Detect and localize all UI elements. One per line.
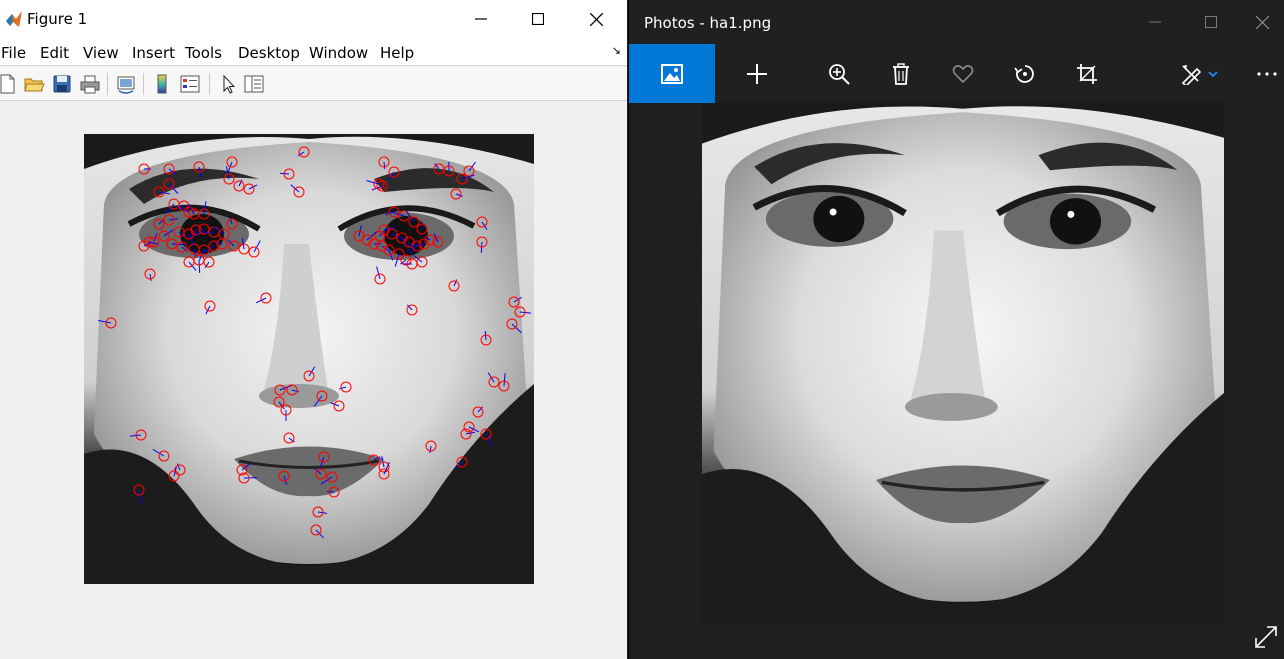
- menu-tools[interactable]: Tools: [185, 44, 222, 62]
- open-file-icon[interactable]: [23, 73, 45, 95]
- toolbar-separator: [107, 73, 108, 95]
- delete-button[interactable]: [881, 44, 921, 103]
- more-options-icon: [1257, 71, 1277, 76]
- minimize-icon: [475, 18, 487, 20]
- rotate-button[interactable]: [1005, 44, 1045, 103]
- toolbar-separator: [209, 73, 210, 95]
- edit-draw-button[interactable]: [1169, 44, 1229, 103]
- photos-titlebar: Photos - ha1.png: [629, 0, 1284, 44]
- new-figure-icon[interactable]: [0, 73, 18, 95]
- grayscale-face-image: [84, 134, 534, 584]
- photos-close-button[interactable]: [1239, 0, 1284, 44]
- toolbar-separator: [143, 73, 144, 95]
- insert-colorbar-icon[interactable]: [151, 73, 173, 95]
- close-button[interactable]: [567, 0, 625, 38]
- add-icon: [747, 63, 767, 84]
- maximize-icon: [532, 13, 544, 25]
- photos-command-bar: [629, 44, 1284, 103]
- photo-viewer-image[interactable]: [702, 103, 1224, 625]
- property-inspector-icon[interactable]: [243, 73, 265, 95]
- dock-arrow-icon[interactable]: ↘: [612, 44, 621, 57]
- link-plot-icon[interactable]: [115, 73, 137, 95]
- maximize-button[interactable]: [509, 0, 567, 38]
- view-image-icon: [661, 63, 683, 84]
- figure-toolbar: [0, 67, 627, 101]
- figure-axes[interactable]: [84, 134, 534, 584]
- menu-desktop[interactable]: Desktop: [238, 44, 300, 62]
- keypoint-orientation: [198, 259, 201, 274]
- favorite-icon: [952, 64, 974, 83]
- menu-edit[interactable]: Edit: [40, 44, 69, 62]
- chevron-down-icon: [1208, 70, 1218, 77]
- photos-maximize-button[interactable]: [1183, 0, 1239, 44]
- minimize-button[interactable]: [452, 0, 510, 38]
- zoom-in-icon: [829, 63, 850, 85]
- zoom-in-button[interactable]: [819, 44, 859, 103]
- pointer-icon[interactable]: [217, 73, 239, 95]
- close-icon: [1255, 15, 1269, 29]
- matlab-logo-icon: [6, 11, 22, 27]
- figure-title: Figure 1: [27, 10, 88, 28]
- menu-window[interactable]: Window: [309, 44, 368, 62]
- menu-file[interactable]: File: [1, 44, 26, 62]
- photos-minimize-button[interactable]: [1127, 0, 1183, 44]
- figure-menubar: File Edit View Insert Tools Desktop Wind…: [0, 38, 627, 66]
- full-screen-icon[interactable]: [1251, 622, 1281, 652]
- crop-button[interactable]: [1067, 44, 1107, 103]
- close-icon: [589, 12, 603, 26]
- photos-title: Photos - ha1.png: [644, 14, 772, 32]
- menu-help[interactable]: Help: [380, 44, 414, 62]
- crop-icon: [1077, 63, 1097, 84]
- matlab-figure-window: Figure 1 File Edit View Insert Tools Des…: [0, 0, 627, 659]
- grayscale-face-photo: [702, 103, 1224, 625]
- menu-insert[interactable]: Insert: [132, 44, 175, 62]
- minimize-icon: [1149, 21, 1161, 23]
- menu-view[interactable]: View: [83, 44, 119, 62]
- figure-titlebar: Figure 1: [0, 0, 627, 38]
- view-image-button[interactable]: [629, 44, 715, 103]
- edit-draw-icon: [1181, 64, 1202, 85]
- delete-icon: [893, 62, 909, 85]
- print-icon[interactable]: [79, 73, 101, 95]
- more-options-button[interactable]: [1249, 44, 1284, 103]
- photos-app-window: Photos - ha1.png: [628, 0, 1284, 659]
- rotate-icon: [1014, 64, 1034, 83]
- maximize-icon: [1205, 16, 1217, 28]
- add-button[interactable]: [737, 44, 777, 103]
- favorite-button[interactable]: [943, 44, 983, 103]
- save-icon[interactable]: [51, 73, 73, 95]
- insert-legend-icon[interactable]: [179, 73, 201, 95]
